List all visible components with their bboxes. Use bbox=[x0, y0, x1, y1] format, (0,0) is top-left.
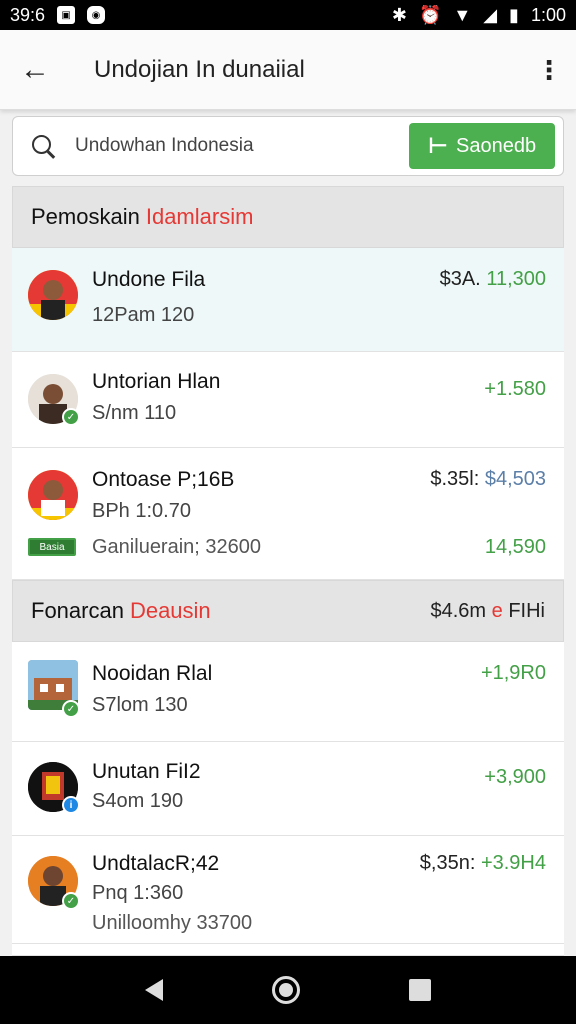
section-accent: Idamlarsim bbox=[145, 204, 254, 229]
search-bar: ⊢ Saonedb bbox=[12, 116, 564, 176]
amount-value: +3,900 bbox=[484, 766, 546, 788]
list-item[interactable]: Undone Fila 12Pam 120 $3A. 11,300 bbox=[12, 248, 564, 352]
info-badge-icon: i bbox=[62, 796, 80, 814]
wifi-icon: ▼ bbox=[453, 4, 472, 25]
item-name: Undone Fila bbox=[92, 268, 206, 291]
search-button[interactable]: ⊢ Saonedb bbox=[409, 123, 555, 169]
item-amount: +1.580 bbox=[484, 378, 546, 401]
search-icon bbox=[31, 134, 55, 158]
amount-value: +1.580 bbox=[484, 378, 546, 400]
bluetooth-icon: ✱ bbox=[391, 4, 407, 25]
item-name: Ontoase P;16B bbox=[92, 468, 235, 491]
amount-prefix: $.35l: bbox=[430, 468, 480, 490]
verified-badge-icon: ✓ bbox=[62, 892, 80, 910]
status-time-right: 1:00 bbox=[530, 4, 566, 25]
item-subtitle: S4om 190 bbox=[92, 790, 184, 812]
item-name: Nooidan Rlal bbox=[92, 662, 213, 685]
list-item[interactable]: ✓ Untorian Hlan S/​nm 110 +1.580 bbox=[12, 352, 564, 448]
item-name: Unutan FiI2 bbox=[92, 760, 201, 783]
list-item[interactable]: ✓ UndtalacR;42 Pnq 1:360 $,35n: +3.9H4 U… bbox=[12, 836, 564, 944]
item-amount: $,35n: +3.9H4 bbox=[420, 852, 546, 875]
amount-value: +1,9R0 bbox=[480, 662, 546, 684]
section-title: Pemoskain bbox=[31, 204, 140, 229]
verified-badge-icon: ✓ bbox=[62, 408, 80, 426]
amount-value: +3.9H4 bbox=[480, 852, 546, 874]
back-nav-icon[interactable] bbox=[144, 979, 163, 1001]
section-total-tail: FIHi bbox=[508, 599, 545, 622]
item-name: UndtalacR;42 bbox=[92, 852, 220, 875]
item-amount: $.35l: $4,503 bbox=[430, 468, 546, 491]
item-amount: +3,900 bbox=[484, 766, 546, 789]
section-title: Fonarcan bbox=[31, 598, 124, 623]
list-item[interactable]: Ontoase P;16B BPh 1:0.70 $.35l: $4,503 B… bbox=[12, 448, 564, 580]
recents-nav-icon[interactable] bbox=[409, 979, 432, 1001]
page-title: Undojian In dunaiial bbox=[94, 55, 305, 83]
section-total-marker: e bbox=[491, 599, 503, 622]
item-subtitle: S7lom 130 bbox=[92, 694, 188, 716]
list-item[interactable]: ✓ Nooidan Rlal S7lom 130 +1,9R0 bbox=[12, 642, 564, 742]
avatar bbox=[28, 270, 78, 320]
message-icon: ◉ bbox=[87, 6, 106, 24]
item-detail: Unilloomhy 33700 bbox=[92, 912, 253, 934]
item-tag: Basia bbox=[28, 538, 76, 556]
status-bar: 39:6 ▣ ◉ ✱ ⏰ ▼ ◢ ▮ 1:00 bbox=[0, 0, 576, 30]
add-icon: ⊢ bbox=[427, 133, 449, 158]
signal-icon: ◢ bbox=[483, 4, 498, 25]
item-amount: +1,9R0 bbox=[481, 662, 546, 685]
item-detail: Ganiluerain; 32600 bbox=[92, 536, 262, 558]
list-item-partial bbox=[12, 944, 564, 956]
alarm-icon: ⏰ bbox=[418, 4, 442, 25]
app-bar: ← Undojian In dunaiial ⋮ bbox=[0, 30, 576, 110]
list-item[interactable]: i Unutan FiI2 S4om 190 +3,900 bbox=[12, 742, 564, 836]
section-header: Fonarcan Deausin $4.6m e FIHi bbox=[12, 580, 564, 642]
item-secondary-amount: 14,590 bbox=[484, 536, 546, 558]
back-arrow-icon[interactable]: ← bbox=[20, 53, 60, 87]
amount-prefix: $3A. bbox=[439, 268, 481, 290]
avatar bbox=[28, 470, 78, 520]
status-time-left: 39:6 bbox=[10, 4, 46, 25]
verified-badge-icon: ✓ bbox=[62, 700, 80, 718]
item-amount: $3A. 11,300 bbox=[440, 268, 546, 291]
item-subtitle: BPh 1:0.70 bbox=[92, 500, 191, 522]
item-subtitle: Pnq 1:360 bbox=[92, 882, 184, 904]
section-accent: Deausin bbox=[129, 598, 211, 623]
home-nav-icon[interactable] bbox=[271, 976, 300, 1004]
item-subtitle: S/​nm 110 bbox=[92, 402, 177, 424]
section-total: $4.6m e FIHi bbox=[430, 600, 545, 623]
more-options-icon[interactable]: ⋮ bbox=[536, 57, 562, 83]
search-input[interactable] bbox=[75, 135, 409, 157]
section-header: Pemoskain Idamlarsim bbox=[12, 186, 564, 248]
section-total-value: $4.6m bbox=[430, 599, 487, 622]
battery-icon: ▮ bbox=[509, 4, 519, 25]
notification-icon: ▣ bbox=[57, 6, 76, 24]
amount-prefix: $,35n: bbox=[419, 852, 476, 874]
search-button-label: Saonedb bbox=[456, 134, 537, 157]
item-name: Untorian Hlan bbox=[92, 370, 221, 393]
amount-value: 11,300 bbox=[486, 268, 546, 290]
amount-value: $4,503 bbox=[484, 468, 546, 490]
navigation-bar bbox=[0, 956, 576, 1024]
item-subtitle: 12Pam 120 bbox=[92, 304, 195, 326]
